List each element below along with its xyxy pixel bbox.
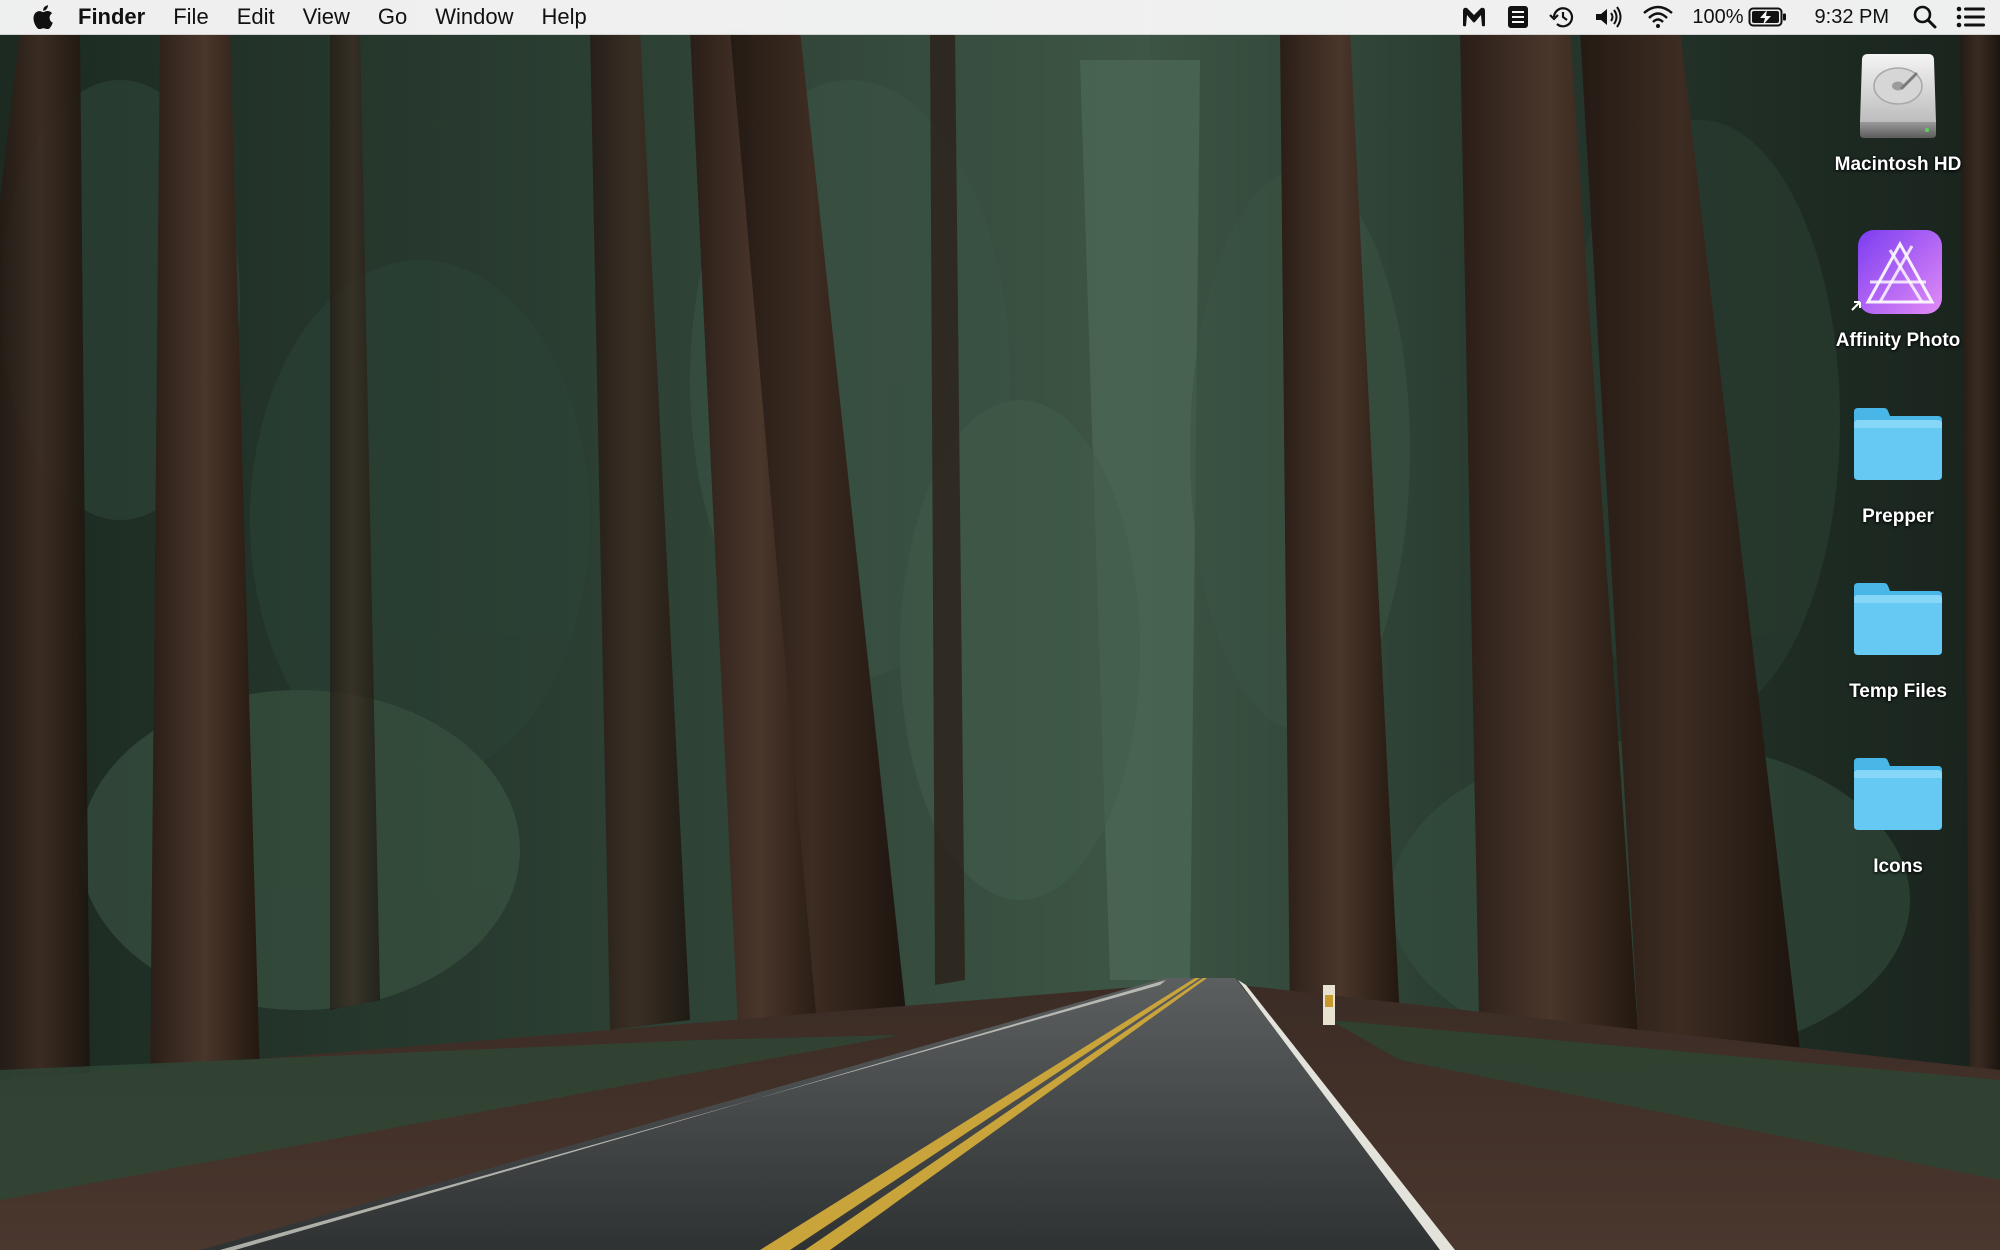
apple-logo-icon[interactable] [30,0,56,34]
folder-icon [1850,398,1946,494]
desktop-icon-prepper[interactable]: Prepper [1818,398,1978,528]
search-icon[interactable] [1912,0,1938,34]
menu-file[interactable]: File [159,0,222,34]
time-machine-icon[interactable] [1548,0,1576,34]
desktop-icon-label: Macintosh HD [1834,154,1962,175]
desktop-icon-icons[interactable]: Icons [1818,748,1978,878]
malwarebytes-icon[interactable] [1460,0,1488,34]
menu-edit[interactable]: Edit [223,0,289,34]
desktop-icon-label: Prepper [1862,506,1934,527]
desktop-icon-temp-files[interactable]: Temp Files [1818,573,1978,703]
desktop[interactable]: Finder File Edit View Go Window Help 100… [0,0,2000,1250]
menu-view[interactable]: View [289,0,364,34]
desktop-icon-label: Temp Files [1849,681,1947,702]
notes-icon[interactable] [1506,0,1530,34]
battery-charging-icon[interactable] [1748,0,1788,34]
menu-app-finder[interactable]: Finder [56,0,159,34]
notification-center-icon[interactable] [1956,0,1986,34]
menu-window[interactable]: Window [421,0,527,34]
menu-help[interactable]: Help [528,0,601,34]
battery-percent[interactable]: 100% [1692,0,1743,34]
affinity-photo-icon [1850,222,1946,318]
menu-clock[interactable]: 9:32 PM [1815,0,1889,34]
volume-icon[interactable] [1594,0,1624,34]
menu-bar: Finder File Edit View Go Window Help 100… [0,0,2000,35]
desktop-icon-label: Icons [1873,856,1923,877]
desktop-icon-macintosh-hd[interactable]: Macintosh HD [1818,46,1978,176]
desktop-icon-affinity-photo[interactable]: Affinity Photo [1818,222,1978,352]
wifi-icon[interactable] [1642,0,1674,34]
folder-icon [1850,748,1946,844]
menu-go[interactable]: Go [364,0,421,34]
desktop-icon-label: Affinity Photo [1835,330,1961,351]
desktop-wallpaper [0,0,2000,1250]
folder-icon [1850,573,1946,669]
hard-drive-icon [1850,46,1946,142]
